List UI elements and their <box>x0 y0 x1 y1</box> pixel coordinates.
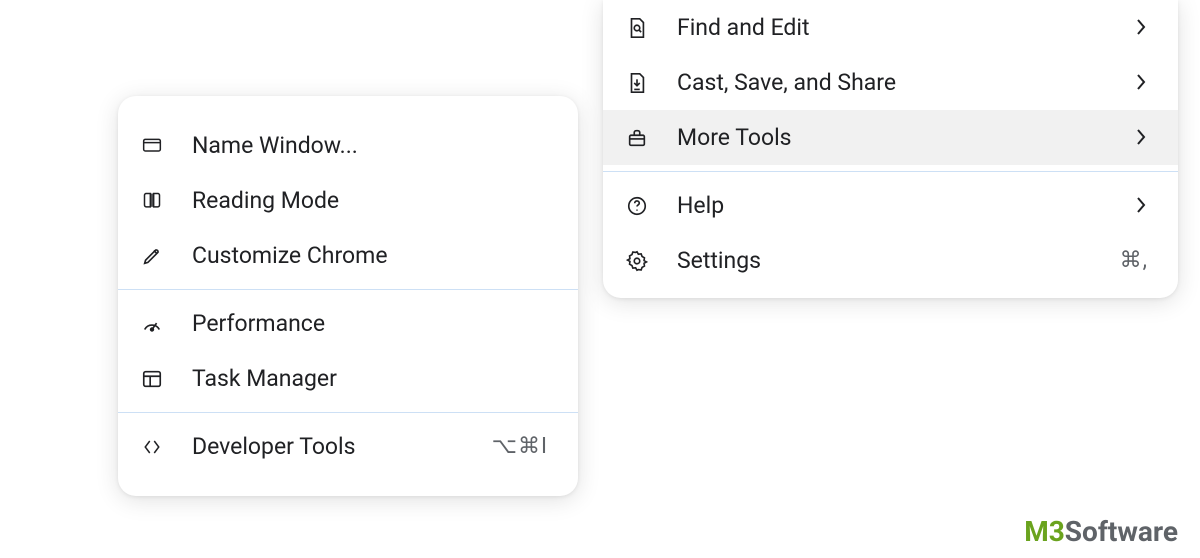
menu-item-label: Cast, Save, and Share <box>677 69 1108 96</box>
menu-item-label: Settings <box>677 247 1092 274</box>
divider <box>118 289 578 290</box>
help-icon <box>625 194 649 218</box>
pencil-icon <box>140 244 164 268</box>
main-menu: Find and Edit Cast, Save, and Share <box>603 0 1178 298</box>
divider <box>118 412 578 413</box>
menu-item-label: Task Manager <box>192 365 548 392</box>
chevron-right-icon <box>1136 196 1148 216</box>
menu-item-cast-save-share[interactable]: Cast, Save, and Share <box>603 55 1178 110</box>
menu-item-label: Find and Edit <box>677 14 1108 41</box>
menu-item-help[interactable]: Help <box>603 178 1178 233</box>
window-icon <box>140 134 164 158</box>
shortcut-label: ⌥⌘I <box>492 434 548 459</box>
watermark-m3: M3 <box>1024 515 1065 548</box>
menu-item-more-tools[interactable]: More Tools <box>603 110 1178 165</box>
table-icon <box>140 367 164 391</box>
menu-item-label: Developer Tools <box>192 433 464 460</box>
gear-icon <box>625 249 649 273</box>
menu-item-label: Reading Mode <box>192 187 548 214</box>
menu-item-settings[interactable]: Settings ⌘, <box>603 233 1178 288</box>
menu-item-label: Name Window... <box>192 132 548 159</box>
menu-item-label: More Tools <box>677 124 1108 151</box>
menu-item-performance[interactable]: Performance <box>118 296 578 351</box>
toolbox-icon <box>625 126 649 150</box>
menu-item-label: Help <box>677 192 1108 219</box>
menu-item-task-manager[interactable]: Task Manager <box>118 351 578 406</box>
menu-item-customize-chrome[interactable]: Customize Chrome <box>118 228 578 283</box>
find-page-icon <box>625 16 649 40</box>
chevron-right-icon <box>1136 18 1148 38</box>
shortcut-label: ⌘, <box>1120 248 1148 273</box>
menu-item-reading-mode[interactable]: Reading Mode <box>118 173 578 228</box>
more-tools-submenu: Name Window... Reading Mode Customize Ch… <box>118 96 578 496</box>
menu-item-developer-tools[interactable]: Developer Tools ⌥⌘I <box>118 419 578 474</box>
gauge-icon <box>140 312 164 336</box>
chevron-right-icon <box>1136 128 1148 148</box>
code-icon <box>140 435 164 459</box>
menu-item-find-edit[interactable]: Find and Edit <box>603 0 1178 55</box>
divider <box>603 171 1178 172</box>
save-icon <box>625 71 649 95</box>
menu-item-label: Customize Chrome <box>192 242 548 269</box>
book-icon <box>140 189 164 213</box>
chevron-right-icon <box>1136 73 1148 93</box>
watermark-software: Software <box>1065 515 1178 548</box>
menu-item-label: Performance <box>192 310 548 337</box>
watermark: M3Software <box>1024 515 1178 548</box>
menu-item-name-window[interactable]: Name Window... <box>118 118 578 173</box>
